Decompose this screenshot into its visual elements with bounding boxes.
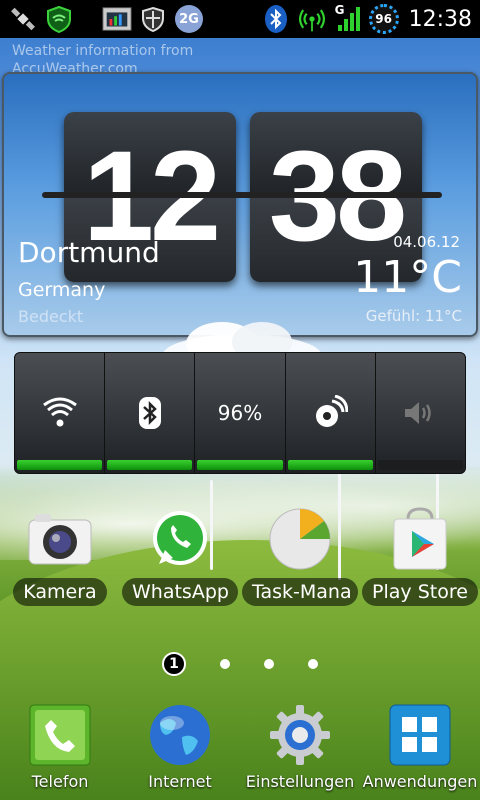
globe-icon: [147, 702, 213, 768]
app-label: Play Store: [362, 578, 478, 606]
dock-internet[interactable]: Internet: [120, 702, 240, 791]
weather-condition: Bedeckt: [18, 307, 84, 326]
app-kamera[interactable]: Kamera: [0, 506, 120, 610]
flip-clock-hinge: [42, 192, 442, 198]
signal-icon: G: [333, 3, 363, 34]
bluetooth-icon: [138, 397, 161, 429]
brightness-level: 96%: [217, 401, 263, 425]
security-shield-icon: [138, 4, 168, 34]
wifi-state-bar: [17, 460, 103, 470]
dock-label: Einstellungen: [245, 772, 355, 791]
toggle-sync[interactable]: [286, 353, 376, 473]
play-store-icon: [387, 506, 453, 572]
shield-wifi-icon: [44, 4, 74, 34]
sound-state-bar: [377, 460, 464, 470]
weather-city: Dortmund: [18, 236, 160, 269]
network-2g-label: 2G: [175, 5, 203, 33]
battery-indicator: 96: [368, 4, 399, 34]
weather-feels-like: Gefühl: 11°C: [365, 307, 462, 325]
dock-label: Telefon: [31, 772, 89, 791]
task-manager-icon: [102, 4, 132, 34]
page-indicator[interactable]: 1: [0, 652, 480, 676]
sync-state-bar: [287, 460, 373, 470]
page-dot-current[interactable]: 1: [162, 652, 186, 676]
status-time: 12:38: [408, 6, 472, 32]
weather-country: Germany: [18, 279, 106, 301]
weather-clock-widget[interactable]: 12 38 Dortmund Germany Bedeckt 04.06.12 …: [2, 72, 478, 378]
dock-label: Internet: [148, 772, 212, 791]
dock-einstellungen[interactable]: Einstellungen: [240, 702, 360, 791]
weather-date: 04.06.12: [393, 233, 460, 251]
app-label: WhatsApp: [122, 578, 238, 606]
toggle-brightness[interactable]: 96%: [195, 353, 286, 473]
app-label: Task-Mana: [242, 578, 358, 606]
toggle-bluetooth[interactable]: [105, 353, 196, 473]
dock-label: Anwendungen: [362, 772, 478, 791]
whatsapp-icon: [147, 506, 213, 572]
page-dot[interactable]: [220, 659, 230, 669]
app-whatsapp[interactable]: WhatsApp: [120, 506, 240, 610]
weather-temperature: 11°C: [353, 252, 462, 303]
wifi-icon: [42, 397, 77, 427]
network-2g-icon: 2G: [174, 4, 204, 34]
app-label: Kamera: [13, 578, 107, 606]
brightness-state-bar: [197, 460, 283, 470]
gps-satellite-icon: [8, 4, 38, 34]
camera-icon: [27, 506, 93, 572]
app-task-manager[interactable]: Task-Mana: [240, 506, 360, 610]
battery-level: 96: [375, 12, 392, 26]
toggle-sound[interactable]: [376, 353, 465, 473]
app-play-store[interactable]: Play Store: [360, 506, 480, 610]
bluetooth-state-bar: [107, 460, 193, 470]
speaker-icon: [405, 402, 432, 424]
wifi-hotspot-icon: [297, 4, 327, 34]
app-grid-icon: [387, 702, 453, 768]
bluetooth-icon: [261, 4, 291, 34]
toggle-wifi[interactable]: [15, 353, 106, 473]
sync-icon: [316, 395, 349, 427]
task-manager-pie-icon: [267, 506, 333, 572]
page-dot[interactable]: [308, 659, 318, 669]
dock-telefon[interactable]: Telefon: [0, 702, 120, 791]
power-control-widget: 96%: [14, 352, 466, 474]
dock-anwendungen[interactable]: Anwendungen: [360, 702, 480, 791]
phone-icon: [27, 702, 93, 768]
page-dot[interactable]: [264, 659, 274, 669]
signal-type-label: G: [334, 3, 345, 17]
settings-gear-icon: [267, 702, 333, 768]
status-bar[interactable]: 2G G 96 12:38: [0, 0, 480, 38]
